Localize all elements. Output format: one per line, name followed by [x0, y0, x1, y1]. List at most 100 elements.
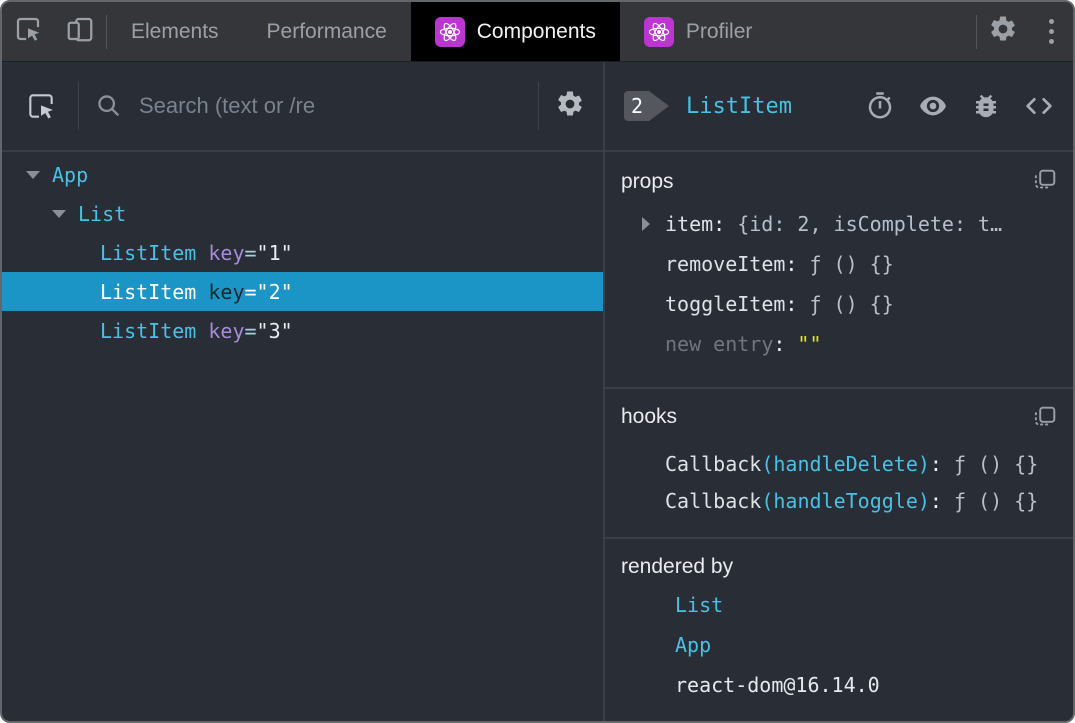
renderer-version: react-dom@16.14.0 — [675, 673, 880, 697]
owner-link[interactable]: List — [675, 593, 723, 617]
hook-value: ƒ () {} — [953, 488, 1039, 513]
view-source-icon — [1023, 90, 1055, 122]
tree-row-list[interactable]: List — [2, 194, 603, 233]
tab-label: Profiler — [685, 19, 753, 43]
tab-label: Performance — [266, 19, 387, 43]
react-logo-icon — [643, 16, 674, 47]
component-name: App — [52, 162, 89, 187]
colon: : — [929, 451, 942, 476]
inspect-element-button[interactable] — [2, 2, 54, 61]
component-inspector-panel: 2 ListItem props item: {id: 2, isComple… — [605, 62, 1073, 721]
timer-icon — [865, 91, 895, 121]
equals-sign: = — [244, 240, 257, 265]
selected-index-badge: 2 — [623, 90, 670, 122]
new-entry-value[interactable]: "" — [797, 332, 821, 356]
inspect-dom-button[interactable] — [917, 90, 949, 122]
tree-row-app[interactable]: App — [2, 155, 603, 194]
colon: : — [713, 212, 726, 236]
hooks-title: hooks — [621, 405, 678, 428]
hook-row-handledelete[interactable]: Callback (handleDelete): ƒ () {} — [621, 445, 1057, 482]
key-attr: key — [208, 318, 245, 343]
component-name: ListItem — [100, 240, 197, 265]
hooks-section: hooks Callback(handleDelete):ƒ () {} C — [605, 389, 1073, 539]
collapse-arrow-icon[interactable] — [26, 170, 40, 179]
devtools-window: Elements Performance Components Profiler… — [0, 0, 1075, 723]
copy-icon — [1031, 168, 1057, 199]
equals-sign: = — [244, 318, 257, 343]
device-toolbar-icon — [65, 14, 95, 49]
hook-arg: (handleDelete) — [761, 451, 930, 476]
colon: : — [929, 488, 942, 513]
prop-value: ƒ () {} — [809, 252, 894, 276]
tree-row-listitem-3[interactable]: ListItem key = "3" — [2, 311, 603, 350]
component-name: ListItem — [100, 318, 197, 343]
selected-component-title: ListItem — [686, 93, 792, 119]
key-attr: key — [208, 279, 245, 304]
search-input[interactable] — [137, 92, 522, 120]
tab-components[interactable]: Components — [410, 2, 620, 61]
copy-icon — [1031, 405, 1057, 436]
react-logo-icon — [434, 16, 465, 47]
prop-row-item[interactable]: item: {id: 2, isComplete: t… — [621, 204, 1057, 244]
more-options-button[interactable] — [1029, 2, 1073, 61]
prop-value: {id: 2, isComplete: t… — [737, 212, 1003, 236]
tab-performance[interactable]: Performance — [243, 2, 411, 61]
component-tree: App List ListItem key = "1" ListItem key = "… — [2, 152, 603, 350]
prop-row-new-entry[interactable]: new entry: "" — [621, 324, 1057, 364]
prop-key: item — [665, 212, 714, 236]
rendered-by-list[interactable]: List — [621, 585, 1057, 625]
bug-icon — [971, 91, 1001, 121]
owner-link[interactable]: App — [675, 633, 711, 657]
prop-key: removeItem — [665, 252, 786, 276]
kebab-menu-icon — [1048, 19, 1054, 44]
select-component-button[interactable] — [20, 90, 62, 122]
settings-button[interactable] — [977, 2, 1029, 61]
component-name: List — [78, 201, 127, 226]
device-toolbar-button[interactable] — [54, 2, 106, 61]
hook-arg: (handleToggle) — [761, 488, 930, 513]
key-value: "3" — [256, 318, 293, 343]
tab-label: Elements — [131, 19, 219, 43]
expand-arrow-icon[interactable] — [642, 217, 650, 231]
copy-props-button[interactable] — [1031, 168, 1057, 199]
suspend-timer-button[interactable] — [865, 91, 895, 121]
copy-hooks-button[interactable] — [1031, 405, 1057, 436]
hook-name: Callback — [665, 451, 762, 476]
header-divider — [538, 82, 539, 130]
hook-row-handletoggle[interactable]: Callback (handleToggle): ƒ () {} — [621, 482, 1057, 519]
prop-row-removeitem[interactable]: removeItem: ƒ () {} — [621, 244, 1057, 284]
eye-icon — [917, 90, 949, 122]
debug-button[interactable] — [971, 91, 1001, 121]
tree-row-listitem-1[interactable]: ListItem key = "1" — [2, 233, 603, 272]
devtools-toolbar: Elements Performance Components Profiler — [2, 2, 1073, 62]
gear-icon — [988, 14, 1018, 49]
hook-value: ƒ () {} — [953, 451, 1039, 476]
badge-number: 2 — [630, 94, 644, 118]
rendered-by-react-dom: react-dom@16.14.0 — [621, 665, 1057, 705]
rendered-by-app[interactable]: App — [621, 625, 1057, 665]
prop-key: toggleItem — [665, 292, 786, 316]
key-attr: key — [208, 240, 245, 265]
prop-value: ƒ () {} — [809, 292, 894, 316]
tab-profiler[interactable]: Profiler — [620, 2, 777, 61]
colon: : — [785, 292, 798, 316]
inspect-element-icon — [13, 14, 43, 49]
view-source-button[interactable] — [1023, 90, 1055, 122]
hook-name: Callback — [665, 488, 762, 513]
rendered-by-title: rendered by — [621, 555, 734, 578]
tree-row-listitem-2-selected[interactable]: ListItem key = "2" — [2, 272, 603, 311]
component-name: ListItem — [100, 279, 197, 304]
colon: : — [785, 252, 798, 276]
tree-settings-button[interactable] — [555, 89, 585, 124]
gear-icon — [555, 89, 585, 124]
components-tree-panel: App List ListItem key="1" ListItem key="… — [2, 62, 603, 721]
colon: : — [773, 332, 786, 356]
tab-elements[interactable]: Elements — [107, 2, 243, 61]
props-title: props — [621, 170, 674, 193]
collapse-arrow-icon[interactable] — [52, 209, 66, 218]
tab-label: Components — [476, 19, 596, 43]
new-entry-key[interactable]: new entry — [665, 332, 773, 356]
key-value: "1" — [256, 240, 293, 265]
prop-row-toggleitem[interactable]: toggleItem: ƒ () {} — [621, 284, 1057, 324]
rendered-by-section: rendered by List App react-dom@16.14.0 — [605, 539, 1073, 721]
